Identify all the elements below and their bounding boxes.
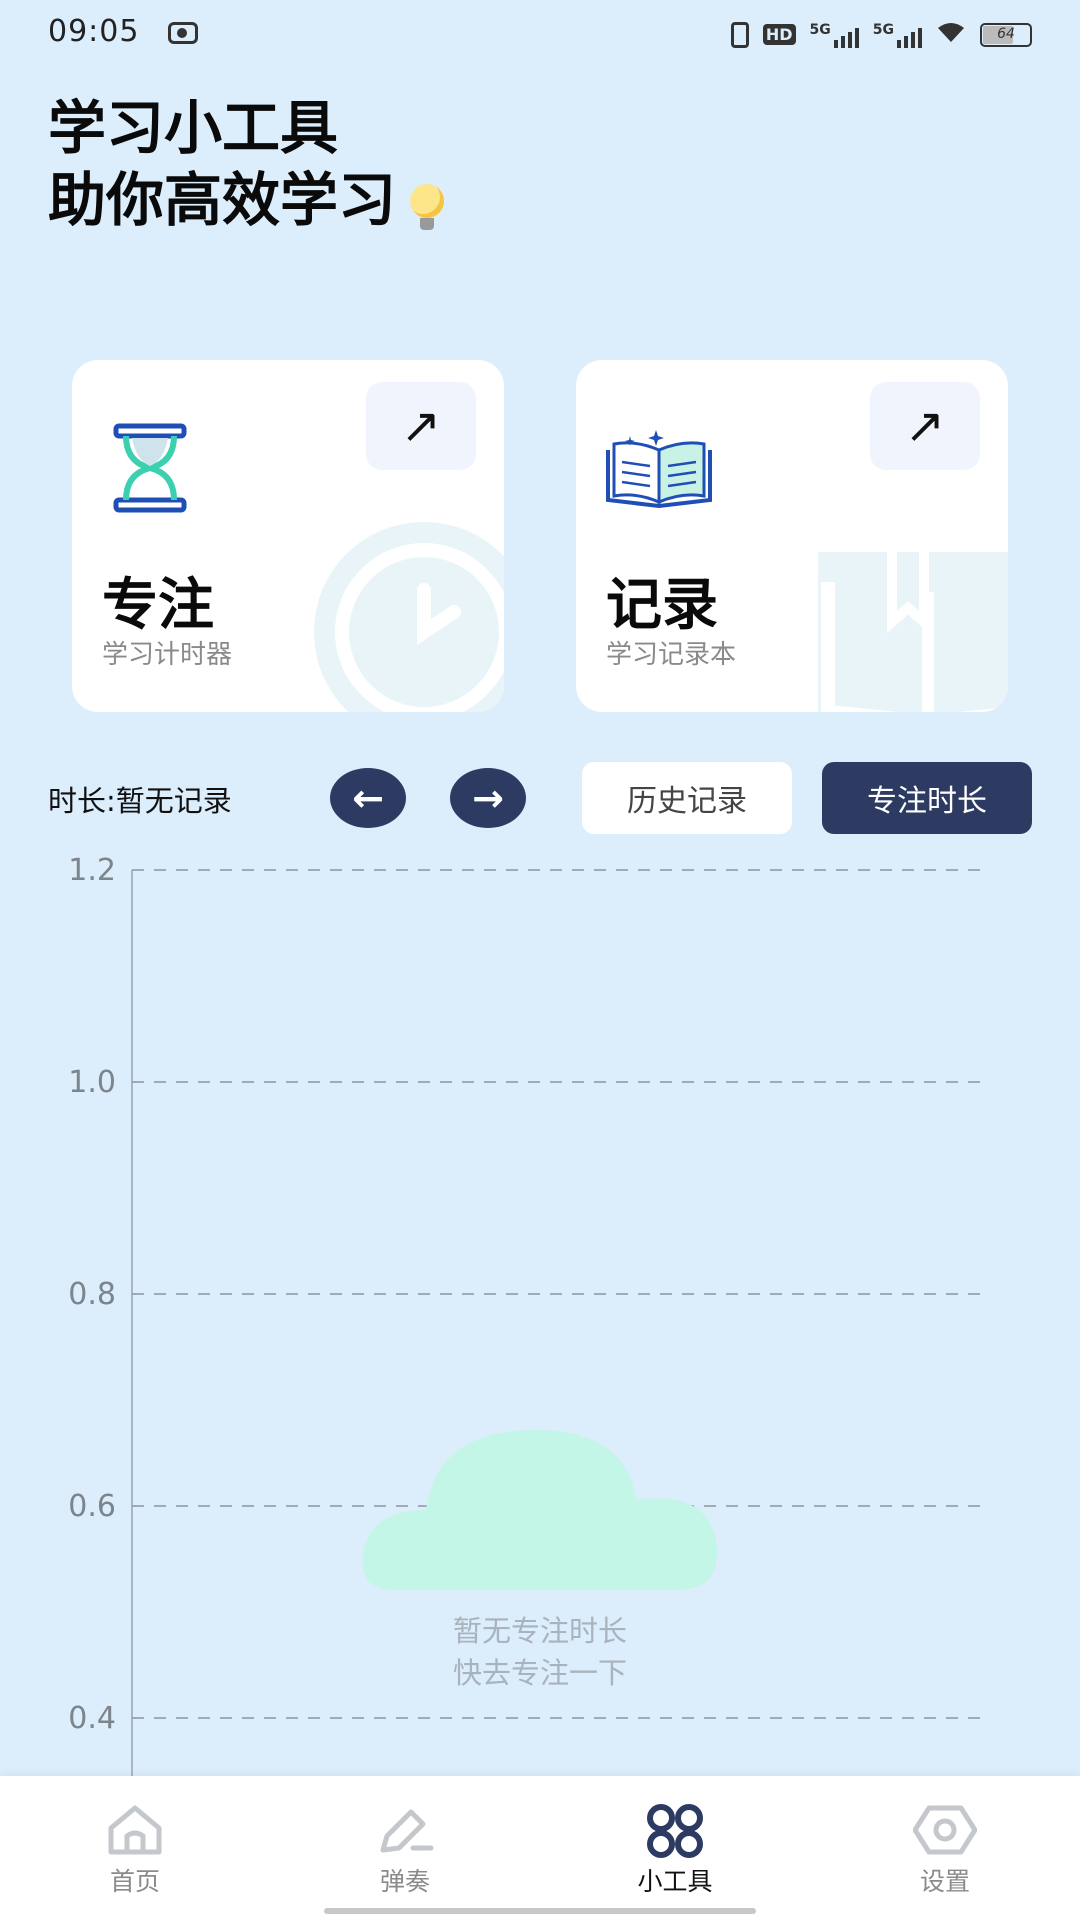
- hourglass-icon: [113, 423, 187, 513]
- record-card-title: 记录: [606, 573, 718, 638]
- tools-grid-icon: [647, 1804, 703, 1858]
- hd-badge: HD: [762, 24, 796, 45]
- home-indicator: [324, 1908, 756, 1914]
- cloud-empty-icon: [362, 1430, 718, 1590]
- status-time: 09:05: [48, 14, 140, 49]
- nav-item-settings[interactable]: 设置: [810, 1776, 1080, 1920]
- settings-hexagon-icon: [913, 1805, 977, 1855]
- battery-icon: 64: [980, 22, 1032, 47]
- nav-label-settings: 设置: [919, 1867, 970, 1896]
- nav-item-play[interactable]: 弹奏: [270, 1776, 540, 1920]
- wifi-icon: [936, 20, 966, 49]
- status-icons: HD 5G 5G 64: [730, 20, 1032, 49]
- network-type: 5G: [809, 21, 831, 38]
- focus-card-subtitle: 学习计时器: [102, 640, 233, 670]
- signal-icon: 5G: [810, 22, 859, 48]
- eye-protection-icon: [168, 22, 198, 44]
- focus-duration-chart: 1.2 1.0 0.8 0.6 0.4 暂无专注时长 快去专注一下: [0, 840, 1080, 1780]
- y-tick-label: 0.4: [68, 1701, 116, 1736]
- study-record-card[interactable]: ↗ 记录 学习记录本: [576, 360, 1008, 712]
- record-card-subtitle: 学习记录本: [606, 640, 737, 670]
- arrow-left-icon: ←: [352, 776, 384, 820]
- focus-card-title: 专注: [102, 573, 214, 638]
- y-tick-label: 1.2: [68, 853, 116, 888]
- y-tick-label: 0.6: [68, 1489, 116, 1524]
- headline-line-1: 学习小工具: [48, 94, 339, 162]
- open-focus-arrow-button[interactable]: ↗: [366, 382, 476, 470]
- status-bar: 09:05 HD 5G 5G 64: [0, 0, 1080, 72]
- empty-message-line-1: 暂无专注时长: [452, 1614, 627, 1648]
- headline-line-2-text: 助你高效学习: [48, 166, 397, 234]
- nav-label-play: 弹奏: [379, 1867, 430, 1896]
- nav-label-home: 首页: [109, 1867, 160, 1896]
- duration-label: 时长:暂无记录: [48, 784, 232, 818]
- open-book-icon: [606, 430, 712, 509]
- y-tick-label: 0.8: [68, 1277, 116, 1312]
- light-bulb-icon: [410, 184, 445, 230]
- home-icon: [108, 1805, 162, 1855]
- empty-message-line-2: 快去专注一下: [452, 1656, 627, 1690]
- nav-item-tools[interactable]: 小工具: [540, 1776, 810, 1920]
- previous-period-button[interactable]: ←: [330, 768, 406, 828]
- bottom-navigation: 首页 弹奏 小工具 设置: [0, 1776, 1080, 1920]
- history-record-button[interactable]: 历史记录: [582, 762, 792, 834]
- next-period-button[interactable]: →: [450, 768, 526, 828]
- focus-timer-card[interactable]: ↗ 专注 学习计时器: [72, 360, 504, 712]
- nav-item-home[interactable]: 首页: [0, 1776, 270, 1920]
- y-tick-label: 1.0: [68, 1065, 116, 1100]
- book-watermark-icon: [818, 552, 1008, 712]
- network-type-2: 5G: [872, 21, 894, 38]
- focus-duration-button[interactable]: 专注时长: [822, 762, 1032, 834]
- arrow-right-icon: →: [472, 776, 504, 820]
- vibrate-icon: [730, 21, 749, 48]
- page-headline: 学习小工具 助你高效学习: [48, 92, 445, 236]
- headline-line-2: 助你高效学习: [48, 164, 445, 236]
- pen-icon: [380, 1809, 434, 1853]
- open-record-arrow-button[interactable]: ↗: [870, 382, 980, 470]
- clock-watermark-icon: [314, 522, 504, 712]
- nav-label-tools: 小工具: [637, 1867, 713, 1896]
- signal-icon-2: 5G: [873, 22, 922, 48]
